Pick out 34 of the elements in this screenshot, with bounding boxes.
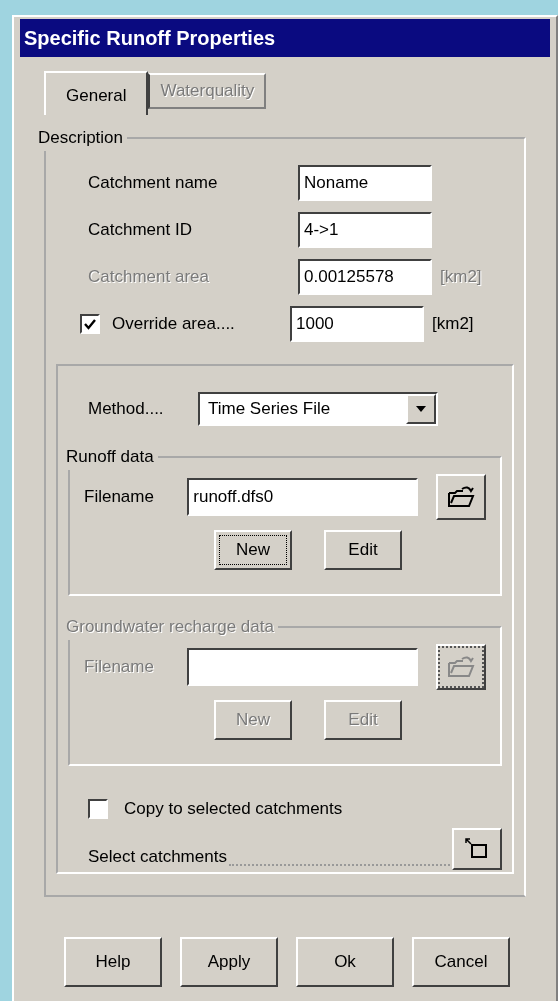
method-dropdown[interactable]: Time Series File <box>198 392 438 426</box>
window-title: Specific Runoff Properties <box>20 19 550 57</box>
filename-field[interactable]: runoff.dfs0 <box>187 478 418 516</box>
input-field[interactable]: Noname <box>298 165 432 201</box>
field-label: Catchment ID <box>88 219 193 242</box>
tab[interactable]: General <box>44 71 149 115</box>
dialog-button[interactable]: Ok <box>296 937 394 987</box>
dropdown-caret-icon <box>406 394 436 424</box>
select-label: Select catchments <box>88 846 227 868</box>
field-label: Filename <box>84 656 155 679</box>
folder-icon <box>447 655 475 679</box>
button[interactable]: Edit <box>324 530 402 570</box>
browse-button[interactable] <box>436 474 486 520</box>
checkbox-label: Override area.... <box>112 313 235 336</box>
input-field[interactable]: 1000 <box>290 306 424 342</box>
select-button[interactable] <box>452 827 502 870</box>
dialog-button[interactable]: Apply <box>180 937 278 987</box>
method-label: Method.... <box>88 398 165 421</box>
button[interactable]: New <box>214 530 292 570</box>
checkbox[interactable] <box>80 314 100 334</box>
folder-icon <box>447 485 475 509</box>
unit-label: [km2] <box>432 313 474 336</box>
unit-label: [km2] <box>440 266 482 289</box>
filename-field[interactable] <box>187 648 418 686</box>
check-icon <box>84 318 96 330</box>
selection-icon <box>464 836 490 861</box>
field-label: Catchment name <box>88 172 219 195</box>
field-label: Catchment area <box>88 266 210 289</box>
dialog-button[interactable]: Cancel <box>412 937 510 987</box>
dialog-button[interactable]: Help <box>64 937 162 987</box>
field-label: Filename <box>84 486 155 509</box>
checkbox[interactable] <box>88 798 108 819</box>
checkbox-label: Copy to selected catchments <box>124 798 343 820</box>
input-field[interactable]: 4->1 <box>298 212 432 248</box>
